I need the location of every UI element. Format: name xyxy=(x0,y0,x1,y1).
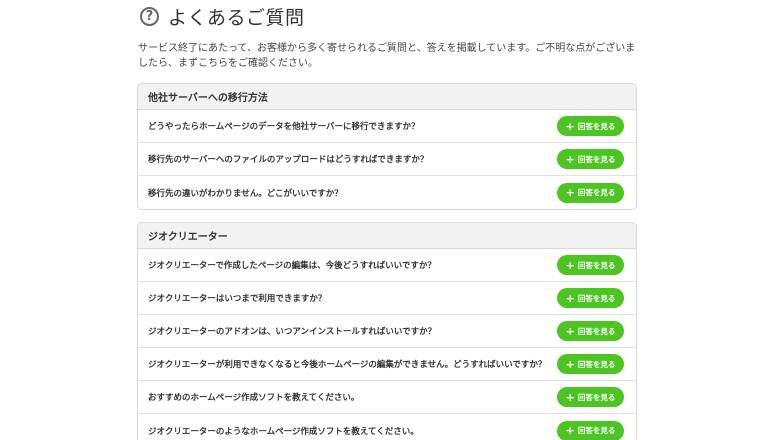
plus-icon: + xyxy=(565,291,575,305)
show-answer-label: 回答を見る xyxy=(577,293,616,303)
faq-question: 移行先のサーバーへのファイルのアップロードはどうすればできますか？ xyxy=(148,155,429,165)
show-answer-button[interactable]: + 回答を見る xyxy=(557,354,624,374)
plus-icon: + xyxy=(565,258,575,272)
faq-question: ジオクリエーターのようなホームページ作成ソフトを教えてください。 xyxy=(148,426,419,437)
plus-icon: + xyxy=(565,152,575,166)
faq-question: 移行先の違いがわかりません。どこがいいですか？ xyxy=(148,188,343,199)
faq-page: ? よくあるご質問 サービス終了にあたって、お客様から多く寄せられるご質問と、答… xyxy=(0,0,780,440)
faq-item: ジオクリエーターはいつまで利用できますか？ + 回答を見る xyxy=(138,282,636,315)
faq-section-migration: 他社サーバーへの移行方法 どうやったらホームページのデータを他社サーバーに移行で… xyxy=(137,83,637,210)
show-answer-label: 回答を見る xyxy=(577,154,616,164)
show-answer-label: 回答を見る xyxy=(577,392,616,402)
plus-icon: + xyxy=(565,357,575,371)
page-title-row: ? よくあるご質問 xyxy=(140,4,305,29)
faq-question: ジオクリエーターで作成したページの編集は、今後どうすればいいですか？ xyxy=(148,261,436,271)
faq-question: おすすめのホームページ作成ソフトを教えてください。 xyxy=(148,393,360,403)
faq-question: ジオクリエーターはいつまで利用できますか？ xyxy=(148,294,327,304)
faq-item: ジオクリエーターのようなホームページ作成ソフトを教えてください。 + 回答を見る xyxy=(138,414,636,440)
show-answer-button[interactable]: + 回答を見る xyxy=(557,182,624,203)
show-answer-label: 回答を見る xyxy=(577,326,616,336)
faq-item: ジオクリエーターのアドオンは、いつアンインストールすればいいですか？ + 回答を… xyxy=(138,315,636,348)
faq-section-geocreator: ジオクリエーター ジオクリエーターで作成したページの編集は、今後どうすればいいで… xyxy=(137,222,637,440)
plus-icon: + xyxy=(565,186,575,199)
show-answer-label: 回答を見る xyxy=(577,359,616,369)
faq-question: ジオクリエーターのアドオンは、いつアンインストールすればいいですか？ xyxy=(148,327,437,337)
intro-text: サービス終了にあたって、お客様から多く寄せられるご質問と、答えを掲載しています。… xyxy=(138,43,636,69)
faq-question: ジオクリエーターが利用できなくなると今後ホームページの編集ができません。どうすれ… xyxy=(148,360,547,370)
faq-item: ジオクリエーターが利用できなくなると今後ホームページの編集ができません。どうすれ… xyxy=(138,348,636,381)
show-answer-button[interactable]: + 回答を見る xyxy=(557,288,624,308)
show-answer-button[interactable]: + 回答を見る xyxy=(557,387,624,407)
question-circle-icon: ? xyxy=(140,6,159,26)
plus-icon: + xyxy=(565,324,575,338)
faq-item: ジオクリエーターで作成したページの編集は、今後どうすればいいですか？ + 回答を… xyxy=(138,249,636,282)
show-answer-button[interactable]: + 回答を見る xyxy=(557,255,624,275)
show-answer-button[interactable]: + 回答を見る xyxy=(557,116,624,136)
show-answer-label: 回答を見る xyxy=(577,426,616,435)
page-title: よくあるご質問 xyxy=(168,6,305,29)
show-answer-label: 回答を見る xyxy=(577,121,616,131)
section-title: 他社サーバーへの移行方法 xyxy=(138,84,636,110)
plus-icon: + xyxy=(565,119,575,133)
show-answer-button[interactable]: + 回答を見る xyxy=(557,321,624,341)
show-answer-button[interactable]: + 回答を見る xyxy=(557,420,624,440)
show-answer-label: 回答を見る xyxy=(577,188,616,197)
faq-item: おすすめのホームページ作成ソフトを教えてください。 + 回答を見る xyxy=(138,381,636,414)
faq-item: 移行先のサーバーへのファイルのアップロードはどうすればできますか？ + 回答を見… xyxy=(138,143,636,176)
plus-icon: + xyxy=(565,390,575,404)
faq-question: どうやったらホームページのデータを他社サーバーに移行できますか？ xyxy=(148,122,420,132)
section-title: ジオクリエーター xyxy=(138,223,636,249)
faq-item: 移行先の違いがわかりません。どこがいいですか？ + 回答を見る xyxy=(138,176,636,209)
faq-item: どうやったらホームページのデータを他社サーバーに移行できますか？ + 回答を見る xyxy=(138,110,636,143)
show-answer-label: 回答を見る xyxy=(577,260,616,270)
plus-icon: + xyxy=(565,424,575,437)
show-answer-button[interactable]: + 回答を見る xyxy=(557,149,624,169)
